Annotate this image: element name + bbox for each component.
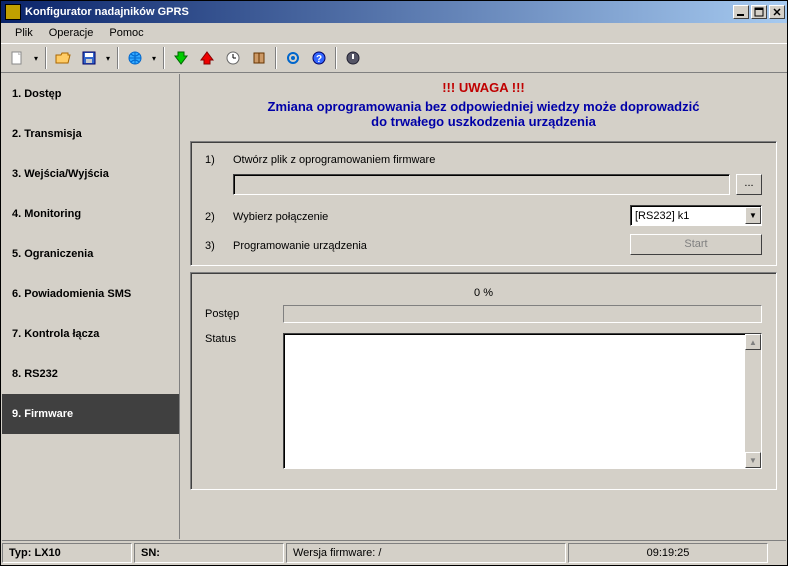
maximize-button[interactable]	[751, 5, 767, 19]
title-bar: Konfigurator nadajników GPRS	[1, 1, 787, 23]
scroll-up-icon[interactable]: ▲	[745, 334, 761, 350]
warning-line2: do trwałego uszkodzenia urządzenia	[371, 114, 596, 129]
status-type: Typ: LX10	[2, 543, 132, 563]
clock-icon[interactable]	[221, 46, 245, 70]
content-area: !!! UWAGA !!! Zmiana oprogramowania bez …	[180, 74, 787, 539]
window-title: Konfigurator nadajników GPRS	[25, 6, 733, 18]
upload-icon[interactable]	[195, 46, 219, 70]
progress-label: Postęp	[205, 308, 283, 320]
new-dropdown[interactable]: ▾	[31, 46, 41, 70]
app-window: Konfigurator nadajników GPRS Plik Operac…	[0, 0, 788, 566]
step3-number: 3)	[205, 238, 233, 252]
sidebar-item-dostep[interactable]: 1. Dostęp	[2, 74, 179, 114]
book-icon[interactable]	[247, 46, 271, 70]
browse-button[interactable]: ...	[736, 174, 762, 195]
warning-title: !!! UWAGA !!!	[190, 80, 777, 95]
steps-panel: 1) Otwórz plik z oprogramowaniem firmwar…	[190, 141, 777, 266]
status-time: 09:19:25	[568, 543, 768, 563]
sidebar-item-monitoring[interactable]: 4. Monitoring	[2, 194, 179, 234]
step1-number: 1)	[205, 152, 233, 166]
open-folder-icon[interactable]	[51, 46, 75, 70]
toolbar: ▾ ▾ ▾ ?	[1, 43, 787, 73]
progress-percent: 0 %	[205, 287, 762, 299]
app-icon	[5, 4, 21, 20]
new-file-icon[interactable]	[5, 46, 29, 70]
status-bar: Typ: LX10 SN: Wersja firmware: / 09:19:2…	[2, 540, 786, 564]
minimize-button[interactable]	[733, 5, 749, 19]
exit-icon[interactable]	[341, 46, 365, 70]
sidebar-item-powiadomienia-sms[interactable]: 6. Powiadomienia SMS	[2, 274, 179, 314]
help-icon[interactable]: ?	[307, 46, 331, 70]
progress-panel: 0 % Postęp Status ▲ ▼	[190, 272, 777, 490]
progress-bar	[283, 305, 762, 323]
step3-label: Programowanie urządzenia	[233, 238, 622, 252]
toolbar-separator	[117, 47, 119, 69]
status-sn: SN:	[134, 543, 284, 563]
step1-label: Otwórz plik z oprogramowaniem firmware	[233, 152, 762, 166]
gear-icon[interactable]	[281, 46, 305, 70]
toolbar-separator	[45, 47, 47, 69]
sidebar-item-wejscia-wyjscia[interactable]: 3. Wejścia/Wyjścia	[2, 154, 179, 194]
menu-plik[interactable]: Plik	[7, 25, 41, 41]
connection-value: [RS232] k1	[631, 210, 745, 222]
sidebar-item-rs232[interactable]: 8. RS232	[2, 354, 179, 394]
chevron-down-icon[interactable]: ▼	[745, 207, 761, 224]
toolbar-separator	[163, 47, 165, 69]
svg-text:?: ?	[316, 54, 322, 65]
sidebar-item-ograniczenia[interactable]: 5. Ograniczenia	[2, 234, 179, 274]
download-icon[interactable]	[169, 46, 193, 70]
connection-select[interactable]: [RS232] k1 ▼	[630, 205, 762, 226]
save-dropdown[interactable]: ▾	[103, 46, 113, 70]
sidebar: 1. Dostęp 2. Transmisja 3. Wejścia/Wyjśc…	[2, 74, 180, 539]
step2-number: 2)	[205, 209, 233, 223]
scrollbar[interactable]: ▲ ▼	[745, 334, 761, 468]
menu-pomoc[interactable]: Pomoc	[101, 25, 151, 41]
toolbar-separator	[335, 47, 337, 69]
status-firmware: Wersja firmware: /	[286, 543, 566, 563]
save-icon[interactable]	[77, 46, 101, 70]
start-button[interactable]: Start	[630, 234, 762, 255]
sidebar-item-firmware[interactable]: 9. Firmware	[2, 394, 179, 434]
globe-dropdown[interactable]: ▾	[149, 46, 159, 70]
warning-body: Zmiana oprogramowania bez odpowiedniej w…	[190, 99, 777, 129]
menu-bar: Plik Operacje Pomoc	[1, 23, 787, 43]
status-label: Status	[205, 333, 283, 345]
firmware-file-input[interactable]	[233, 174, 730, 195]
status-textarea[interactable]: ▲ ▼	[283, 333, 762, 469]
sidebar-item-transmisja[interactable]: 2. Transmisja	[2, 114, 179, 154]
menu-operacje[interactable]: Operacje	[41, 25, 102, 41]
globe-icon[interactable]	[123, 46, 147, 70]
toolbar-separator	[275, 47, 277, 69]
scroll-down-icon[interactable]: ▼	[745, 452, 761, 468]
close-button[interactable]	[769, 5, 785, 19]
warning-line1: Zmiana oprogramowania bez odpowiedniej w…	[268, 99, 700, 114]
step2-label: Wybierz połączenie	[233, 209, 622, 223]
sidebar-item-kontrola-lacza[interactable]: 7. Kontrola łącza	[2, 314, 179, 354]
